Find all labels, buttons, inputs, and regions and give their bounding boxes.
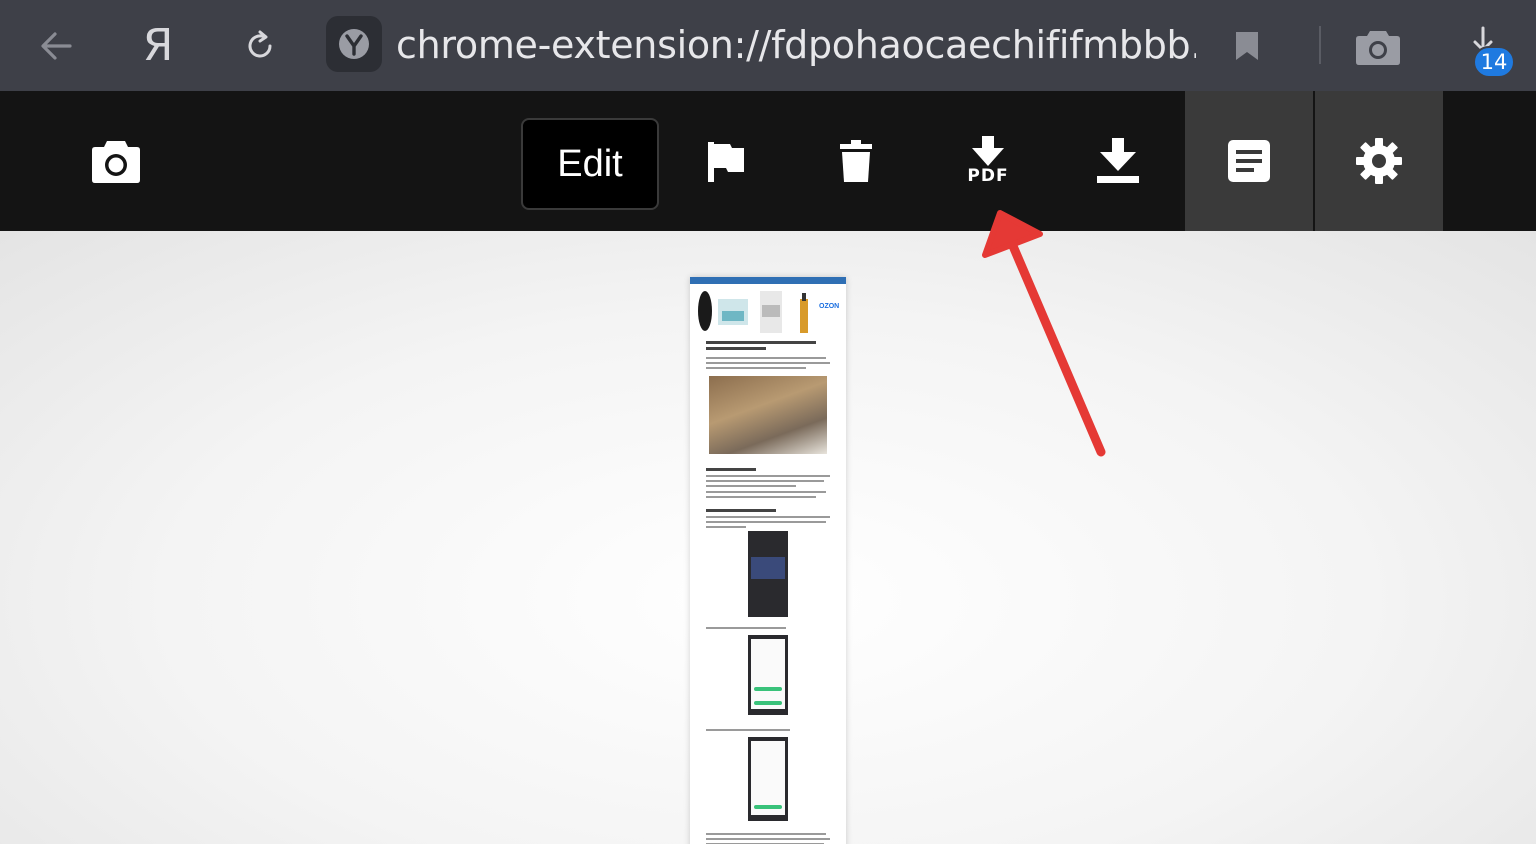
download-icon [1097, 138, 1139, 183]
thumbnail-text-line [706, 480, 824, 482]
thumbnail-text-line [706, 838, 830, 840]
pdf-label: PDF [967, 166, 1009, 186]
page-screenshot-thumbnail[interactable]: OZON [690, 277, 846, 844]
trash-icon [840, 140, 872, 182]
thumbnail-text-line [706, 516, 830, 518]
thumbnail-text-line [706, 729, 790, 731]
bookmark-button[interactable] [1218, 0, 1276, 91]
download-pdf-button[interactable]: PDF [950, 91, 1026, 231]
thumbnail-text-line [706, 475, 830, 477]
thumbnail-text-line [706, 362, 830, 364]
thumbnail-text-line [706, 526, 746, 528]
screenshot-button[interactable] [1348, 0, 1408, 91]
thumbnail-text-line [706, 367, 806, 369]
reload-button[interactable] [228, 0, 292, 91]
extension-toolbar: Edit PDF [0, 91, 1536, 231]
document-icon [1228, 140, 1270, 182]
flag-icon [708, 142, 744, 182]
thumbnail-title-line [706, 341, 816, 344]
back-arrow-icon [41, 31, 72, 60]
thumbnail-ad-banner [698, 291, 808, 333]
gear-icon [1356, 138, 1402, 184]
thumbnail-text-line [706, 496, 816, 498]
browser-address-bar: Я chrome-extension://fdpohaocaechififmbb… [0, 0, 1536, 91]
thumbnail-title-line [706, 347, 766, 350]
thumbnail-heading-line [706, 509, 776, 512]
thumbnail-phone-screenshot [748, 635, 788, 715]
thumbnail-text-line [706, 833, 826, 835]
thumbnail-text-line [706, 521, 826, 523]
yandex-shield-icon [339, 29, 369, 59]
edit-button[interactable]: Edit [521, 118, 659, 210]
save-image-button[interactable] [1082, 91, 1154, 231]
thumbnail-ad-label: OZON [819, 303, 840, 310]
bookmark-icon [1236, 31, 1258, 60]
preview-area: OZON [0, 231, 1536, 844]
thumbnail-text-line [706, 627, 786, 629]
reload-icon [248, 30, 272, 57]
delete-button[interactable] [820, 91, 892, 231]
thumbnail-phone-screenshot [748, 737, 788, 821]
thumbnail-phone-screenshot [748, 531, 788, 617]
capture-button[interactable] [80, 91, 152, 231]
thumbnail-nav-bar [690, 277, 846, 284]
camera-icon [92, 141, 140, 183]
thumbnail-text-line [706, 491, 826, 493]
site-info-button[interactable] [326, 16, 382, 72]
back-button[interactable] [24, 0, 88, 91]
camera-icon [1356, 30, 1400, 65]
flag-button[interactable] [690, 91, 762, 231]
thumbnail-text-line [706, 485, 796, 487]
settings-button[interactable] [1315, 91, 1443, 231]
thumbnail-text-line [706, 357, 826, 359]
notes-button[interactable] [1185, 91, 1313, 231]
toolbar-divider [1319, 26, 1321, 64]
thumbnail-article-photo [709, 376, 827, 454]
yandex-button[interactable]: Я [126, 0, 190, 91]
download-pdf-icon [972, 136, 1004, 166]
url-field[interactable]: chrome-extension://fdpohaocaechififmbbb.… [396, 0, 1196, 91]
downloads-count-badge: 14 [1473, 46, 1515, 78]
yandex-icon: Я [142, 20, 174, 71]
thumbnail-heading-line [706, 468, 756, 471]
downloads-button[interactable] [1448, 0, 1518, 91]
